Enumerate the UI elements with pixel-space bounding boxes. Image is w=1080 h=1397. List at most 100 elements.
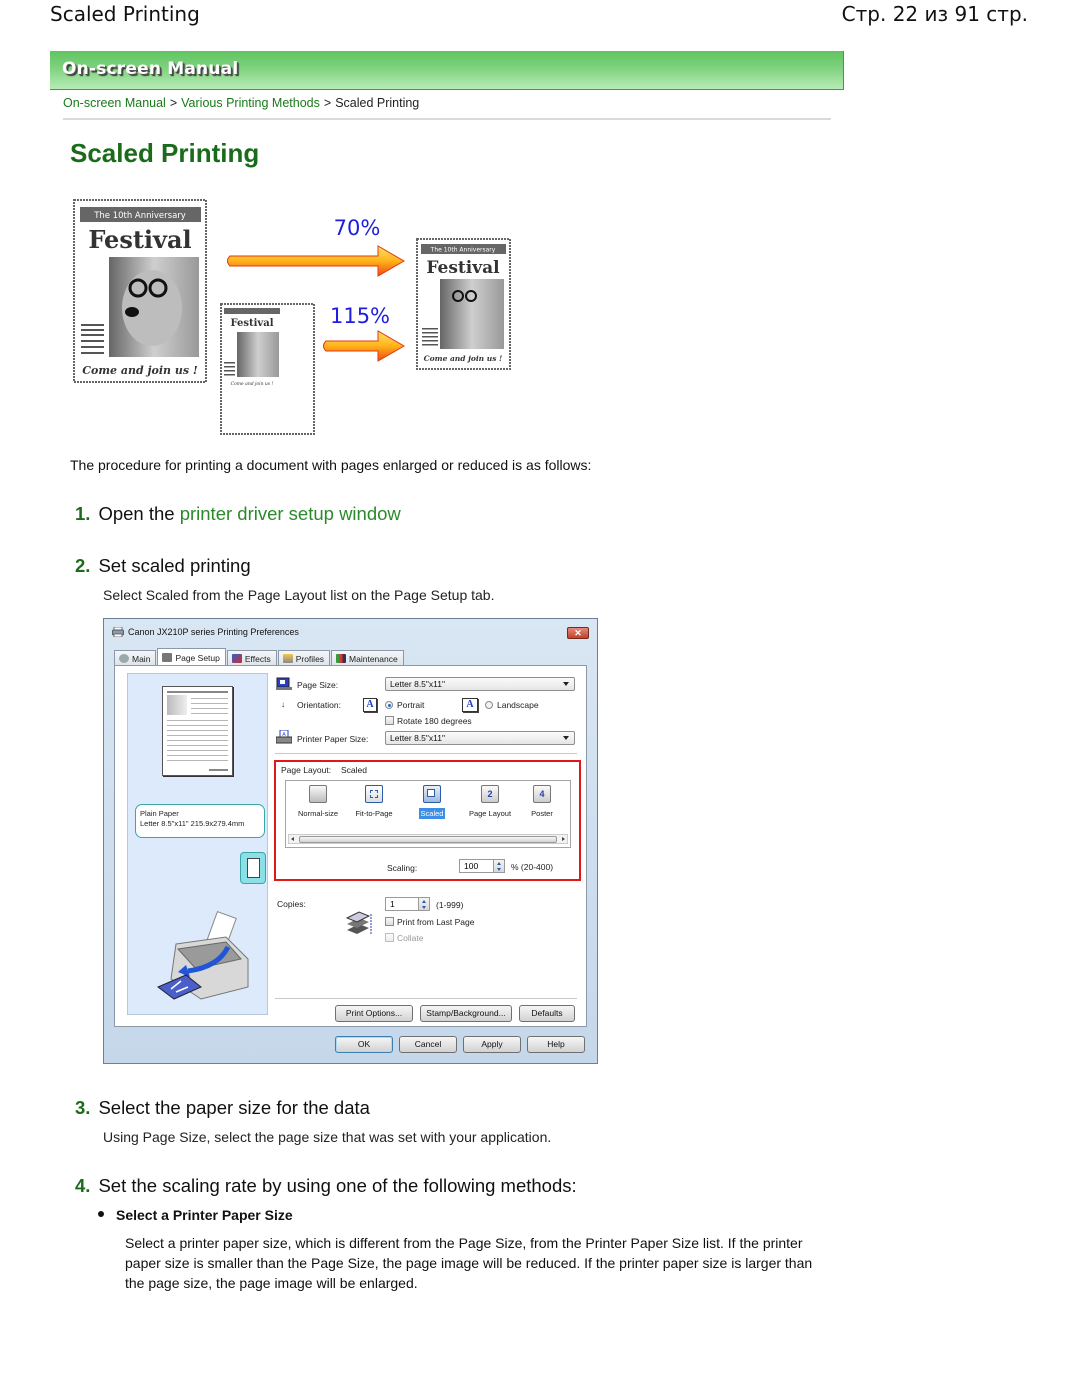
small-poster-page: Festival Come and join us ! bbox=[220, 303, 315, 435]
layout-option-scaled[interactable]: Scaled bbox=[404, 785, 460, 819]
poster-footer: Come and join us ! bbox=[82, 364, 198, 377]
layout-option-fit-to-page[interactable]: Fit-to-Page bbox=[346, 785, 402, 819]
enlarge-percent-label: 115% bbox=[330, 304, 390, 328]
landscape-radio[interactable] bbox=[485, 701, 493, 709]
print-options-button[interactable]: Print Options... bbox=[335, 1005, 413, 1022]
step-3-description: Using Page Size, select the page size th… bbox=[103, 1129, 552, 1145]
portrait-icon: A bbox=[363, 698, 377, 712]
close-button[interactable]: ✕ bbox=[567, 627, 589, 639]
page-size-icon bbox=[276, 677, 292, 690]
page-setup-panel: Plain Paper Letter 8.5"x11" 215.9x279.4m… bbox=[114, 665, 587, 1027]
divider bbox=[275, 753, 577, 754]
copies-label: Copies: bbox=[277, 899, 306, 909]
ok-button[interactable]: OK bbox=[335, 1036, 393, 1053]
tab-maintenance[interactable]: Maintenance bbox=[331, 650, 404, 666]
print-from-last-page-checkbox[interactable] bbox=[385, 917, 394, 926]
svg-text:Festival: Festival bbox=[426, 258, 500, 278]
rotate-180-checkbox[interactable] bbox=[385, 716, 394, 725]
breadcrumb-divider bbox=[63, 118, 831, 120]
orientation-label: Orientation: bbox=[297, 700, 341, 710]
orientation-preview-button[interactable] bbox=[240, 852, 266, 884]
step-number: 1. bbox=[75, 503, 91, 524]
page-header-title: Scaled Printing bbox=[50, 2, 200, 26]
svg-text:Festival: Festival bbox=[230, 318, 273, 329]
page-preview bbox=[162, 686, 233, 776]
copies-spinner[interactable] bbox=[418, 897, 430, 911]
poster-icon: 4 bbox=[533, 785, 551, 803]
intro-text: The procedure for printing a document wi… bbox=[70, 457, 592, 473]
printer-paper-size-icon: A bbox=[276, 730, 292, 744]
svg-text:Come and join us !: Come and join us ! bbox=[424, 354, 503, 363]
dialog-title: Canon JX210P series Printing Preferences bbox=[128, 627, 299, 637]
breadcrumb-link-on-screen-manual[interactable]: On-screen Manual bbox=[63, 96, 166, 110]
step-number: 4. bbox=[75, 1175, 91, 1196]
stamp-background-button[interactable]: Stamp/Background... bbox=[420, 1005, 512, 1022]
step-number: 3. bbox=[75, 1097, 91, 1118]
page-counter: Стр. 22 из 91 стр. bbox=[841, 2, 1028, 26]
main-tab-icon bbox=[119, 654, 129, 663]
banner-title: On-screen Manual bbox=[62, 59, 239, 79]
rotate-180-label: Rotate 180 degrees bbox=[397, 716, 472, 726]
page-layout-icon: 2 bbox=[481, 785, 499, 803]
scaled-icon bbox=[423, 785, 441, 803]
method-title: Select a Printer Paper Size bbox=[98, 1207, 293, 1223]
step-text: Select the paper size for the data bbox=[98, 1097, 370, 1118]
scroll-right-icon[interactable] bbox=[562, 837, 565, 841]
copies-input[interactable]: 1 bbox=[385, 897, 430, 911]
portrait-radio[interactable] bbox=[385, 701, 393, 709]
preview-pane: Plain Paper Letter 8.5"x11" 215.9x279.4m… bbox=[127, 673, 268, 1015]
page-layout-label: Page Layout: bbox=[281, 765, 332, 775]
step-text: Set scaled printing bbox=[98, 555, 251, 576]
page-layout-highlight: Page Layout: Scaled Normal-size Fit-to-P… bbox=[274, 760, 581, 881]
layout-option-poster[interactable]: 4 Poster bbox=[514, 785, 570, 819]
scaling-spinner[interactable] bbox=[493, 859, 505, 873]
help-button[interactable]: Help bbox=[527, 1036, 585, 1053]
step-2: 2. Set scaled printing bbox=[75, 555, 251, 577]
tab-page-setup[interactable]: Page Setup bbox=[157, 648, 226, 666]
breadcrumb-link-various-printing-methods[interactable]: Various Printing Methods bbox=[181, 96, 320, 110]
portrait-label: Portrait bbox=[397, 700, 425, 710]
scaling-illustration: The 10th Anniversary Festival Come and j… bbox=[60, 190, 520, 440]
cancel-button[interactable]: Cancel bbox=[399, 1036, 457, 1053]
profiles-tab-icon bbox=[282, 654, 293, 663]
print-from-last-page-label: Print from Last Page bbox=[397, 917, 475, 927]
collate-checkbox[interactable] bbox=[385, 933, 394, 942]
normal-size-icon bbox=[309, 785, 327, 803]
tab-effects[interactable]: Effects bbox=[226, 650, 277, 666]
scaling-input[interactable]: 100 bbox=[459, 859, 505, 873]
scaling-range: % (20-400) bbox=[511, 862, 554, 872]
page-size-label: Page Size: bbox=[297, 680, 339, 690]
page-layout-value: Scaled bbox=[341, 765, 367, 775]
apply-button[interactable]: Apply bbox=[463, 1036, 521, 1053]
reduce-percent-label: 70% bbox=[334, 216, 381, 240]
media-type: Plain Paper bbox=[140, 809, 179, 818]
layout-list-scrollbar[interactable] bbox=[288, 834, 568, 844]
landscape-label: Landscape bbox=[497, 700, 539, 710]
svg-text:Come and join us !: Come and join us ! bbox=[231, 381, 274, 387]
layout-option-normal-size[interactable]: Normal-size bbox=[290, 785, 346, 819]
scroll-left-icon[interactable] bbox=[291, 837, 294, 841]
dialog-tabs: Main Page Setup Effects Profiles Mainten… bbox=[114, 648, 405, 666]
printer-icon bbox=[112, 627, 124, 637]
poster-title: Festival bbox=[88, 225, 191, 254]
svg-text:The 10th Anniversary: The 10th Anniversary bbox=[430, 247, 496, 254]
step-4: 4. Set the scaling rate by using one of t… bbox=[75, 1175, 577, 1197]
defaults-button[interactable]: Defaults bbox=[519, 1005, 575, 1022]
printer-illustration-icon bbox=[157, 910, 249, 1000]
page-title: Scaled Printing bbox=[70, 138, 260, 168]
layout-option-page-layout[interactable]: 2 Page Layout bbox=[462, 785, 518, 819]
step-1: 1. Open the printer driver setup window bbox=[75, 503, 401, 525]
page-size-dropdown[interactable]: Letter 8.5"x11" bbox=[385, 677, 575, 691]
printer-driver-setup-link[interactable]: printer driver setup window bbox=[180, 503, 401, 524]
tab-profiles[interactable]: Profiles bbox=[277, 650, 331, 666]
manual-banner: On-screen Manual bbox=[50, 51, 844, 90]
tab-main[interactable]: Main bbox=[114, 650, 157, 666]
breadcrumb: On-screen Manual > Various Printing Method… bbox=[63, 96, 419, 110]
reduce-arrow-icon bbox=[227, 245, 406, 277]
printer-paper-size-label: Printer Paper Size: bbox=[297, 734, 369, 744]
step-2-description: Select Scaled from the Page Layout list … bbox=[103, 587, 495, 603]
printer-paper-size-dropdown[interactable]: Letter 8.5"x11" bbox=[385, 731, 575, 745]
printing-preferences-dialog: Canon JX210P series Printing Preferences… bbox=[103, 618, 598, 1064]
scrollbar-thumb[interactable] bbox=[299, 836, 557, 843]
step-3: 3. Select the paper size for the data bbox=[75, 1097, 370, 1119]
